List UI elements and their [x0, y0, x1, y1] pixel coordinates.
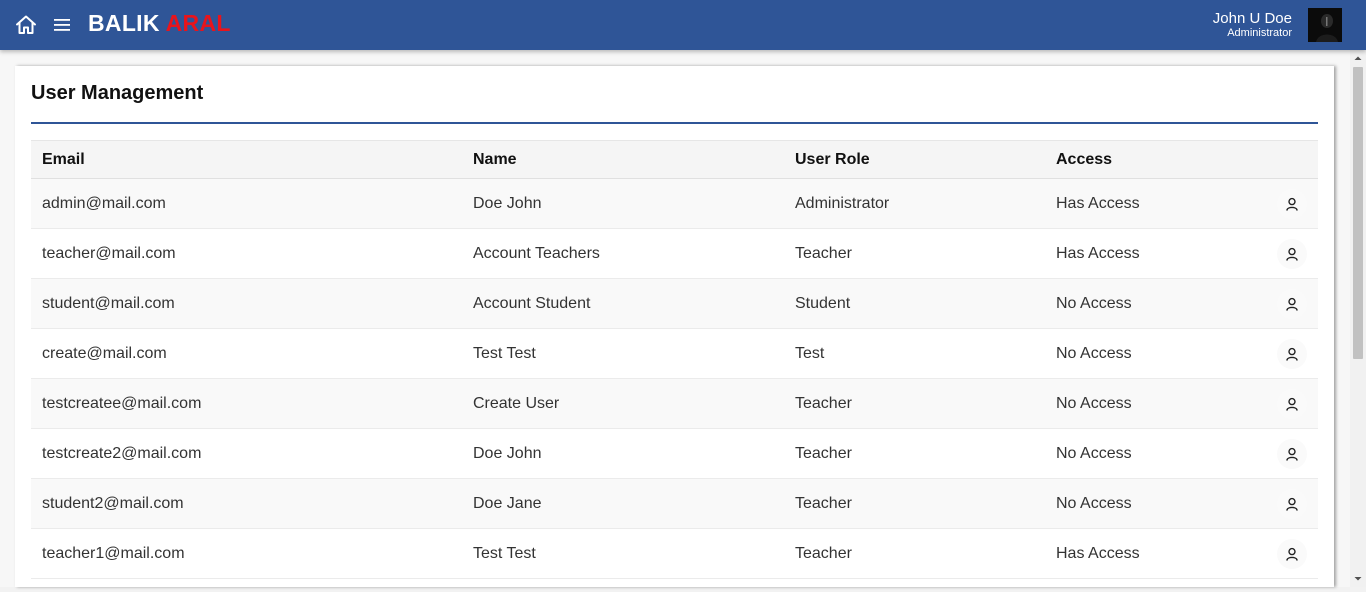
cell-actions — [1238, 328, 1318, 379]
brand-logo[interactable]: BALIK ARAL — [88, 10, 231, 37]
cell-user-role: Student — [784, 278, 1045, 329]
cell-access: No Access — [1045, 378, 1238, 429]
cell-actions — [1238, 228, 1318, 279]
cell-email: admin@mail.com — [31, 178, 462, 229]
cell-name: Doe John — [462, 428, 784, 479]
scroll-up-arrow-icon[interactable] — [1350, 50, 1366, 66]
user-role: Administrator — [1227, 27, 1292, 39]
cell-access: Has Access — [1045, 178, 1238, 229]
user-info: John U Doe Administrator — [1213, 10, 1292, 40]
cell-access: No Access — [1045, 328, 1238, 379]
user-icon[interactable] — [1277, 388, 1307, 419]
title-divider — [31, 122, 1318, 124]
cell-user-role: Teacher — [784, 478, 1045, 529]
home-icon[interactable] — [14, 13, 38, 37]
cell-actions — [1238, 478, 1318, 529]
cell-name: Doe John — [462, 178, 784, 229]
table-row: create@mail.com Test Test Test No Access — [31, 328, 1318, 379]
table-row: admin@mail.com Doe John Administrator Has A… — [31, 178, 1318, 229]
cell-user-role: Administrator — [784, 178, 1045, 229]
hamburger-menu-icon[interactable] — [51, 13, 73, 37]
cell-email: testcreate2@mail.com — [31, 428, 462, 479]
cell-actions — [1238, 528, 1318, 579]
cell-access: No Access — [1045, 428, 1238, 479]
brand-name-part2: ARAL — [165, 10, 231, 36]
cell-name: Doe Jane — [462, 478, 784, 529]
users-table-container[interactable]: Email Name User Role Access admin@mail.c… — [31, 140, 1318, 587]
cell-access: No Access — [1045, 278, 1238, 329]
users-table: Email Name User Role Access admin@mail.c… — [31, 140, 1318, 579]
cell-email: student2@mail.com — [31, 478, 462, 529]
cell-actions — [1238, 378, 1318, 429]
cell-email: teacher1@mail.com — [31, 528, 462, 579]
user-icon[interactable] — [1277, 538, 1307, 569]
cell-actions — [1238, 178, 1318, 229]
user-icon[interactable] — [1277, 288, 1307, 319]
cell-access: Has Access — [1045, 228, 1238, 279]
table-row: teacher@mail.com Account Teachers Teacher H… — [31, 228, 1318, 279]
table-row: testcreate2@mail.com Doe John Teacher No Ac… — [31, 428, 1318, 479]
cell-name: Test Test — [462, 528, 784, 579]
cell-user-role: Teacher — [784, 378, 1045, 429]
cell-user-role: Test — [784, 328, 1045, 379]
cell-name: Account Teachers — [462, 228, 784, 279]
table-row: teacher1@mail.com Test Test Teacher Has Acc… — [31, 528, 1318, 579]
cell-name: Create User — [462, 378, 784, 429]
cell-email: create@mail.com — [31, 328, 462, 379]
cell-email: teacher@mail.com — [31, 228, 462, 279]
cell-user-role: Teacher — [784, 528, 1045, 579]
cell-email: testcreatee@mail.com — [31, 378, 462, 429]
table-row: student@mail.com Account Student Student No… — [31, 278, 1318, 329]
cell-user-role: Teacher — [784, 428, 1045, 479]
user-icon[interactable] — [1277, 188, 1307, 219]
cell-access: Has Access — [1045, 528, 1238, 579]
user-name: John U Doe — [1212, 10, 1292, 27]
user-management-card: User Management Email Name User Role Acc… — [15, 66, 1334, 587]
brand-name-part1: BALIK — [88, 10, 160, 36]
column-header-email[interactable]: Email — [31, 140, 462, 179]
top-navbar: BALIK ARAL John U Doe Administrator — [0, 0, 1366, 50]
column-header-actions — [1238, 140, 1318, 179]
cell-actions — [1238, 278, 1318, 329]
cell-access: No Access — [1045, 478, 1238, 529]
cell-user-role: Teacher — [784, 228, 1045, 279]
table-row: testcreatee@mail.com Create User Teacher No… — [31, 378, 1318, 429]
user-icon[interactable] — [1277, 238, 1307, 269]
page-title: User Management — [31, 82, 204, 104]
cell-email: student@mail.com — [31, 278, 462, 329]
page-scrollbar[interactable] — [1350, 50, 1366, 587]
column-header-user-role[interactable]: User Role — [784, 140, 1045, 179]
table-header-row: Email Name User Role Access — [31, 140, 1318, 179]
scroll-down-arrow-icon[interactable] — [1350, 571, 1366, 587]
avatar[interactable] — [1308, 8, 1342, 42]
cell-actions — [1238, 428, 1318, 479]
user-icon[interactable] — [1277, 488, 1307, 519]
column-header-name[interactable]: Name — [462, 140, 784, 179]
scrollbar-thumb[interactable] — [1353, 67, 1363, 359]
cell-name: Test Test — [462, 328, 784, 379]
table-body: admin@mail.com Doe John Administrator Has A… — [31, 178, 1318, 579]
cell-name: Account Student — [462, 278, 784, 329]
user-icon[interactable] — [1277, 338, 1307, 369]
column-header-access[interactable]: Access — [1045, 140, 1238, 179]
table-row: student2@mail.com Doe Jane Teacher No Acces… — [31, 478, 1318, 529]
user-icon[interactable] — [1277, 438, 1307, 469]
